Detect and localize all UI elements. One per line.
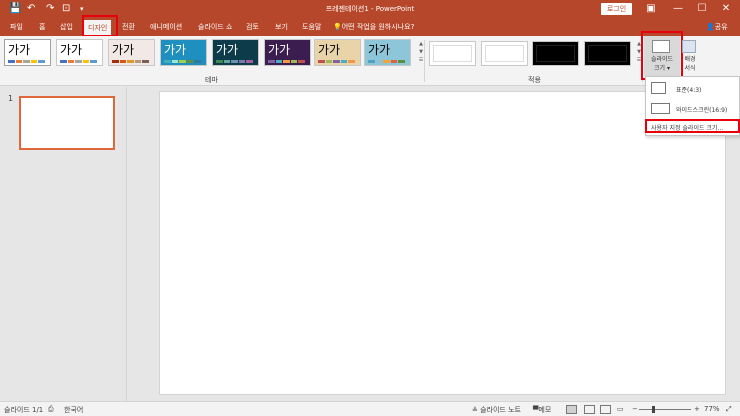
theme-thumbnail[interactable]: 가가	[314, 39, 361, 66]
variants-group-label: 적용	[528, 76, 541, 84]
status-bar: 슬라이드 1/1 ⎙ 한국어 ≗ 슬라이드 노트 ▀메모 ▭ − + 77% ⤢	[0, 401, 740, 416]
theme-sample-text: 가가	[8, 43, 31, 57]
slideshow-view-icon[interactable]: ▭	[617, 405, 624, 413]
variant-preview	[433, 45, 472, 62]
share-label: 공유	[714, 23, 728, 31]
share-button[interactable]: 👤공유	[706, 22, 728, 32]
theme-sample-text: 가가	[216, 43, 239, 57]
fit-to-window-icon[interactable]: ⤢	[726, 405, 732, 414]
ribbon-design: 가가 가가 가가 가가 가가 가가 가가 가가 ▲ ▼ ☰ 테마 ▲ ▼ ☰ 적용	[0, 36, 740, 86]
menu-item-widescreen[interactable]: 와이드스크린(16:9)	[646, 99, 740, 119]
theme-color-swatches	[60, 60, 98, 63]
tab-transitions[interactable]: 전환	[122, 22, 135, 32]
tab-home[interactable]: 홈	[39, 22, 45, 32]
minimize-icon[interactable]: —	[671, 2, 685, 16]
tab-review[interactable]: 검토	[246, 22, 259, 32]
tab-help[interactable]: 도움말	[302, 22, 321, 32]
zoom-slider-track[interactable]	[639, 409, 691, 410]
theme-thumbnail[interactable]: 가가	[4, 39, 51, 66]
slide-thumbnail[interactable]	[19, 96, 115, 150]
theme-color-swatches	[216, 60, 254, 63]
menu-item-custom-label: 사용자 지정 슬라이드 크기...	[651, 125, 724, 132]
spelling-icon[interactable]: ⎙	[48, 405, 54, 414]
theme-sample-text: 가가	[60, 43, 83, 57]
tell-me-text: 어떤 작업을 원하시나요?	[341, 23, 415, 31]
zoom-in-button[interactable]: +	[694, 405, 700, 413]
zoom-level[interactable]: 77%	[704, 405, 720, 413]
zoom-slider-thumb[interactable]	[652, 406, 655, 413]
close-icon[interactable]: ✕	[719, 2, 733, 16]
theme-color-swatches	[268, 60, 306, 63]
reading-view-icon[interactable]	[600, 405, 611, 414]
variant-thumbnail[interactable]	[481, 41, 528, 66]
tab-view[interactable]: 보기	[275, 22, 288, 32]
ribbon-display-options-icon[interactable]: ▣	[644, 2, 658, 16]
standard-size-icon	[651, 82, 666, 94]
tab-insert[interactable]: 삽입	[60, 22, 73, 32]
theme-sample-text: 가가	[268, 43, 291, 57]
login-button[interactable]: 로그인	[601, 3, 632, 15]
variant-preview	[536, 45, 575, 62]
variant-thumbnail[interactable]	[429, 41, 476, 66]
theme-color-swatches	[8, 60, 46, 63]
theme-thumbnail[interactable]: 가가	[108, 39, 155, 66]
tab-file[interactable]: 파일	[10, 22, 23, 32]
theme-thumbnail[interactable]: 가가	[160, 39, 207, 66]
variant-thumbnail[interactable]	[532, 41, 579, 66]
themes-group-label: 테마	[205, 76, 218, 84]
variant-preview	[485, 45, 524, 62]
comments-button[interactable]: ▀메모	[533, 405, 551, 415]
theme-color-swatches	[318, 60, 356, 63]
slide-canvas[interactable]	[159, 91, 726, 395]
normal-view-icon[interactable]	[566, 405, 577, 414]
maximize-icon[interactable]: ☐	[695, 2, 709, 16]
person-icon: 👤	[706, 23, 715, 31]
theme-color-swatches	[112, 60, 150, 63]
group-divider	[424, 40, 425, 82]
theme-color-swatches	[164, 60, 202, 63]
menu-item-custom-size[interactable]: 사용자 지정 슬라이드 크기...	[645, 119, 740, 133]
notes-button[interactable]: ≗ 슬라이드 노트	[472, 405, 521, 415]
theme-sample-text: 가가	[164, 43, 187, 57]
theme-sample-text: 가가	[368, 43, 391, 57]
theme-sample-text: 가가	[112, 43, 135, 57]
theme-thumbnail[interactable]: 가가	[56, 39, 103, 66]
tell-me-search[interactable]: 💡어떤 작업을 원하시나요?	[333, 22, 414, 32]
menu-item-standard-label: 표준(4:3)	[676, 87, 702, 94]
language[interactable]: 한국어	[64, 405, 83, 415]
theme-sample-text: 가가	[318, 43, 341, 57]
variant-preview	[588, 45, 627, 62]
format-background-button[interactable]: 배경 서식	[680, 36, 700, 76]
widescreen-size-icon	[651, 103, 670, 114]
zoom-out-button[interactable]: −	[632, 405, 638, 413]
tab-slideshow[interactable]: 슬라이드 쇼	[198, 22, 232, 32]
theme-thumbnail[interactable]: 가가	[264, 39, 311, 66]
format-background-icon	[682, 40, 696, 53]
theme-thumbnail[interactable]: 가가	[364, 39, 411, 66]
slide-sorter-icon[interactable]	[584, 405, 595, 414]
format-background-label: 배경 서식	[684, 56, 696, 72]
theme-color-swatches	[368, 60, 406, 63]
menu-item-standard[interactable]: 표준(4:3)	[646, 79, 740, 99]
lightbulb-icon: 💡	[333, 23, 342, 31]
tab-animations[interactable]: 애니메이션	[150, 22, 182, 32]
menu-item-widescreen-label: 와이드스크린(16:9)	[676, 107, 728, 114]
variant-thumbnail[interactable]	[584, 41, 631, 66]
slide-number: 1	[8, 94, 14, 103]
design-tab-highlight	[82, 15, 118, 37]
slide-count: 슬라이드 1/1	[4, 406, 44, 414]
slide-size-highlight	[641, 31, 683, 80]
theme-thumbnail[interactable]: 가가	[212, 39, 259, 66]
